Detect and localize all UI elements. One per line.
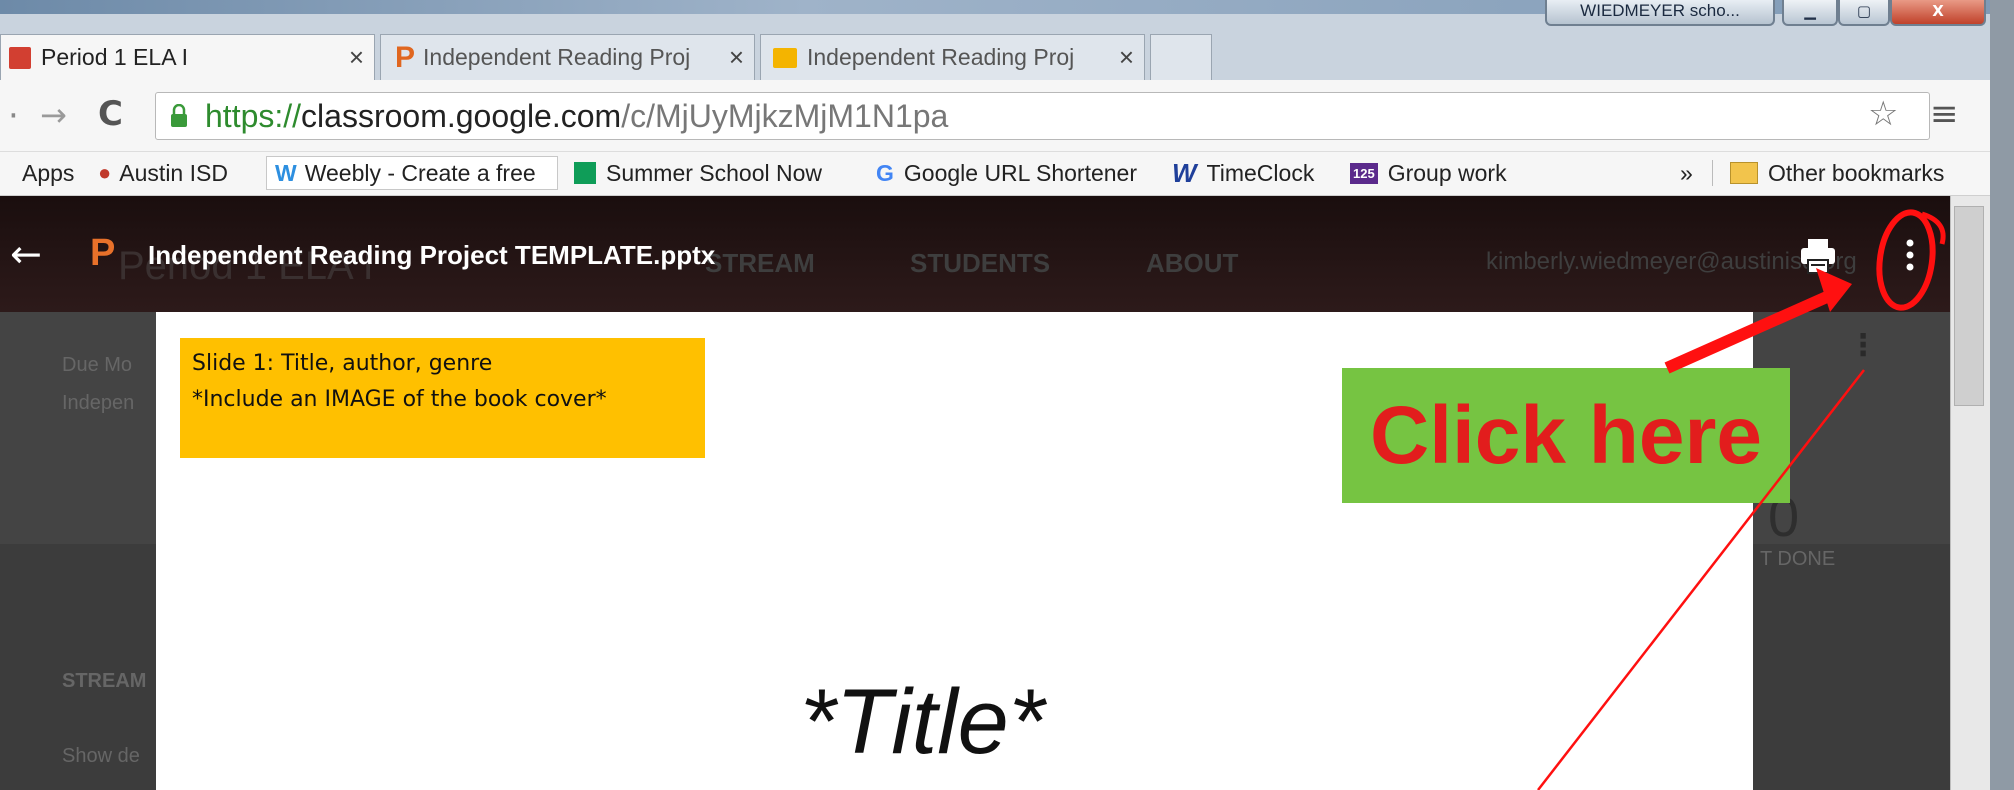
annotation-thin-line — [1537, 369, 1865, 790]
annotation-circle — [1876, 209, 1936, 311]
annotation-overlay — [1537, 209, 1946, 790]
annotation-arrow-line — [1664, 286, 1841, 374]
